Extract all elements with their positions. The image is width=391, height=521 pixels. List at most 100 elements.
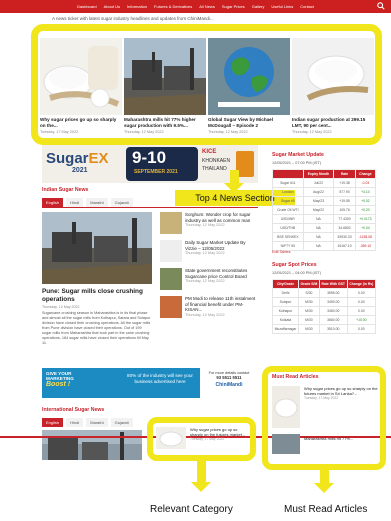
edit-tables-link[interactable]: Edit Tables bbox=[272, 250, 291, 254]
spot-row: Delhi S/30 3595.00 0.00 bbox=[271, 288, 377, 298]
tab-gujarati[interactable]: Gujarati bbox=[110, 198, 133, 207]
table-cell: Muzaffarnagar bbox=[271, 324, 300, 334]
table-cell: +0.20 bbox=[354, 205, 377, 215]
table-cell: 0.00 bbox=[346, 324, 377, 334]
market-update-heading: Sugar Market Update bbox=[272, 152, 324, 158]
side-news-title[interactable]: Sorghum: Wonder crop for sugar industry … bbox=[185, 212, 258, 223]
table-cell: 3660.00 bbox=[318, 315, 348, 325]
table-cell: 0.00 bbox=[346, 288, 377, 298]
side-news-title[interactable]: State government reconstitutes Sugarcane… bbox=[185, 268, 258, 279]
col-header: Rate bbox=[333, 169, 356, 179]
banner-country: THAILAND bbox=[202, 166, 227, 172]
table-cell: -359.10 bbox=[354, 241, 377, 251]
table-cell: S/30 bbox=[298, 288, 320, 298]
table-cell: USD/INR bbox=[272, 214, 304, 224]
banner-brand: SugarEX bbox=[46, 150, 109, 167]
label-relevant-category: Relevant Category bbox=[150, 504, 233, 515]
must-read-thumb bbox=[272, 386, 300, 428]
relevant-item[interactable]: Why sugar prices go up so sharply on the… bbox=[190, 427, 250, 441]
ad-contact-phone: 93 5511 5511 bbox=[216, 375, 242, 380]
side-news-item[interactable]: Daily Sugar Market Update By Vizzie – 12… bbox=[160, 240, 258, 262]
table-cell: M/30 bbox=[298, 324, 320, 334]
nav-item-contact[interactable]: Contact bbox=[300, 4, 314, 9]
lead-news-title[interactable]: Pune: Sugar mills close crushing operati… bbox=[42, 288, 152, 303]
must-read-title[interactable]: Maharashtra mills hit 77%... bbox=[304, 436, 378, 441]
spot-row: Solapur M/30 3490.00 0.00 bbox=[271, 297, 377, 307]
must-read-heading: Must Read Articles bbox=[272, 374, 319, 380]
section-divider bbox=[42, 207, 258, 208]
col-header: Change bbox=[354, 169, 377, 179]
col-header bbox=[272, 169, 304, 179]
table-cell: 53930.33 bbox=[333, 232, 356, 242]
must-read-item[interactable]: Why sugar prices go up so sharply on the… bbox=[304, 386, 378, 400]
side-news-thumb bbox=[160, 240, 182, 262]
nav-item-gallery[interactable]: Gallery bbox=[252, 4, 265, 9]
table-cell: BSE SENSEX bbox=[272, 232, 304, 242]
advertise-banner[interactable]: GIVE YOUR MARKETING Boost ! 80% of the in… bbox=[42, 368, 258, 398]
nav-item-information[interactable]: Information bbox=[127, 4, 147, 9]
nav-item-dashboard[interactable]: Dashboard bbox=[77, 4, 97, 9]
spot-prices-heading: Sugar Spot Prices bbox=[272, 262, 317, 268]
nav-item-useful-links[interactable]: Useful Links bbox=[271, 4, 293, 9]
col-header: Change (in Rs) bbox=[346, 279, 377, 289]
tab-english[interactable]: English bbox=[42, 198, 64, 207]
spot-row: Kolkata M/30 3660.00 +10.00 bbox=[271, 315, 377, 325]
ad-logo: ChiniMandi bbox=[215, 382, 243, 388]
relevant-title[interactable]: Why sugar prices go up so sharply on the… bbox=[190, 427, 250, 437]
tab-gujarati[interactable]: Gujarati bbox=[110, 418, 133, 427]
table-cell: 0.00 bbox=[346, 306, 377, 316]
side-news-title[interactable]: PM Modi to release 11th instalment of fi… bbox=[185, 296, 258, 313]
table-cell: London bbox=[272, 187, 304, 197]
table-cell: 16167.10 bbox=[333, 241, 356, 251]
search-icon[interactable] bbox=[377, 2, 385, 10]
table-cell: 3595.00 bbox=[318, 288, 348, 298]
table-cell: M/30 bbox=[298, 315, 320, 325]
arrow-must-read bbox=[314, 470, 334, 493]
banner-date-box: 9-10 SEPTEMBER 2021 bbox=[126, 147, 198, 181]
market-row: USD/THB NA 34.6800 +0.04 bbox=[272, 223, 377, 233]
tab-hindi[interactable]: Hindi bbox=[66, 418, 84, 427]
banner-venue: KICE bbox=[202, 149, 217, 155]
arrow-relevant bbox=[191, 461, 211, 492]
intl-news-image[interactable] bbox=[42, 430, 142, 460]
side-news-item[interactable]: PM Modi to release 11th instalment of fi… bbox=[160, 296, 258, 318]
table-cell: +10.00 bbox=[346, 315, 377, 325]
nav-item-all-news[interactable]: All News bbox=[199, 4, 215, 9]
nav-item-about[interactable]: About Us bbox=[104, 4, 120, 9]
tab-marathi[interactable]: Marathi bbox=[86, 418, 108, 427]
spot-row: Kolhapur M/30 3460.00 0.00 bbox=[271, 306, 377, 316]
must-read-item[interactable]: Maharashtra mills hit 77%... bbox=[304, 436, 378, 441]
table-cell: NA bbox=[302, 223, 335, 233]
ad-message: 80% of the industry will see your busine… bbox=[127, 373, 193, 384]
nav-item-sugar-prices[interactable]: Sugar Prices bbox=[222, 4, 245, 9]
sugarex-banner[interactable]: SugarEX 2021 9-10 SEPTEMBER 2021 KICE KH… bbox=[42, 145, 258, 183]
table-cell: USD/THB bbox=[272, 223, 304, 233]
table-cell: NA bbox=[302, 241, 335, 251]
table-cell: 105.76 bbox=[333, 205, 356, 215]
table-cell: 0.00 bbox=[346, 297, 377, 307]
table-cell: Kolhapur bbox=[271, 306, 300, 316]
side-news-item[interactable]: State government reconstitutes Sugarcane… bbox=[160, 268, 258, 290]
must-read-title[interactable]: Why sugar prices go up so sharply on the… bbox=[304, 386, 378, 396]
table-cell: 3490.00 bbox=[318, 297, 348, 307]
tab-english[interactable]: English bbox=[42, 418, 64, 427]
ad-headline: GIVE YOUR MARKETING Boost ! bbox=[46, 371, 74, 389]
market-row: London Aug/22 577.90 +3.10 bbox=[272, 187, 377, 197]
nav-item-futures[interactable]: Futures & Derivatives bbox=[154, 4, 192, 9]
side-news-title[interactable]: Daily Sugar Market Update By Vizzie – 12… bbox=[185, 240, 258, 251]
tab-marathi[interactable]: Marathi bbox=[86, 198, 108, 207]
col-header: City/Grade bbox=[271, 279, 300, 289]
side-news-item[interactable]: Sorghum: Wonder crop for sugar industry … bbox=[160, 212, 258, 234]
page: Dashboard About Us Information Futures &… bbox=[0, 0, 391, 521]
col-header: Rate With GST bbox=[318, 279, 348, 289]
must-read-date: Tuesday, 17 May 2022 bbox=[304, 396, 339, 400]
spot-prices-date: 12/05/2021 – 04:00 PM (IST) bbox=[272, 271, 321, 275]
relevant-thumb bbox=[156, 427, 186, 449]
tab-hindi[interactable]: Hindi bbox=[66, 198, 84, 207]
lead-news-image[interactable] bbox=[42, 212, 152, 284]
table-cell: 3460.00 bbox=[318, 306, 348, 316]
table-cell: M/30 bbox=[298, 306, 320, 316]
table-cell: 77.4300 bbox=[333, 214, 356, 224]
table-cell: Kolkata bbox=[271, 315, 300, 325]
table-cell: 577.90 bbox=[333, 187, 356, 197]
